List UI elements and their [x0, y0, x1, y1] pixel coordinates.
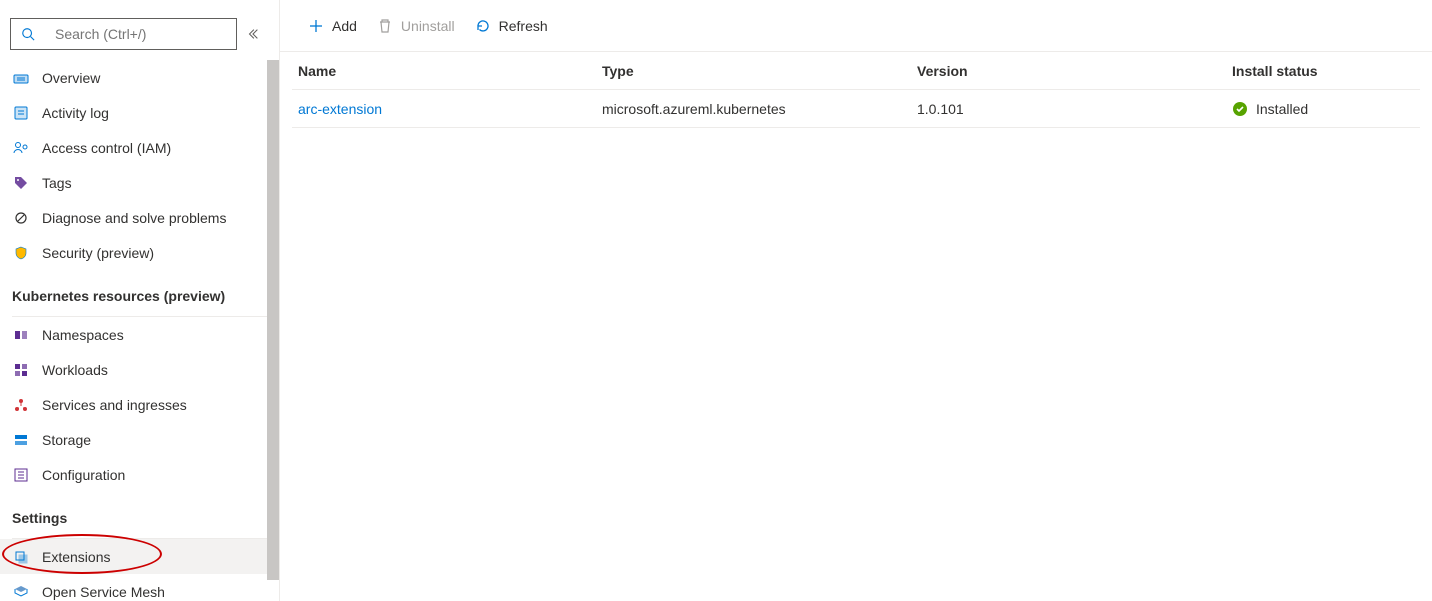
sidebar-item-overview[interactable]: Overview	[0, 60, 279, 95]
configuration-icon	[12, 466, 30, 484]
sidebar-item-label: Workloads	[42, 362, 108, 378]
th-name[interactable]: Name	[292, 63, 602, 79]
sidebar-item-storage[interactable]: Storage	[0, 422, 279, 457]
sidebar-item-label: Namespaces	[42, 327, 124, 343]
tags-icon	[12, 174, 30, 192]
table-row[interactable]: arc-extension microsoft.azureml.kubernet…	[292, 90, 1420, 128]
add-label: Add	[332, 18, 357, 34]
sidebar-item-access-control[interactable]: Access control (IAM)	[0, 130, 279, 165]
sidebar-item-activity-log[interactable]: Activity log	[0, 95, 279, 130]
refresh-button[interactable]: Refresh	[467, 10, 556, 42]
services-icon	[12, 396, 30, 414]
sidebar-item-label: Overview	[42, 70, 100, 86]
sidebar-item-extensions[interactable]: Extensions	[0, 539, 279, 574]
extensions-table: Name Type Version Install status arc-ext…	[280, 52, 1432, 128]
sidebar-item-label: Storage	[42, 432, 91, 448]
refresh-icon	[475, 18, 491, 34]
sidebar-item-label: Configuration	[42, 467, 125, 483]
sidebar-item-open-service-mesh[interactable]: Open Service Mesh	[0, 574, 279, 601]
check-circle-icon	[1232, 101, 1248, 117]
search-input[interactable]	[49, 25, 228, 43]
uninstall-label: Uninstall	[401, 18, 455, 34]
sidebar-item-label: Activity log	[42, 105, 109, 121]
security-icon	[12, 244, 30, 262]
section-header-settings: Settings	[0, 492, 279, 532]
sidebar-item-diagnose[interactable]: Diagnose and solve problems	[0, 200, 279, 235]
sidebar-item-security[interactable]: Security (preview)	[0, 235, 279, 270]
access-control-icon	[12, 139, 30, 157]
sidebar-item-label: Services and ingresses	[42, 397, 187, 413]
refresh-label: Refresh	[499, 18, 548, 34]
sidebar-item-label: Tags	[42, 175, 72, 191]
sidebar-item-tags[interactable]: Tags	[0, 165, 279, 200]
cell-version: 1.0.101	[917, 101, 1232, 117]
th-type[interactable]: Type	[602, 63, 917, 79]
th-version[interactable]: Version	[917, 63, 1232, 79]
sidebar-item-configuration[interactable]: Configuration	[0, 457, 279, 492]
search-icon	[19, 25, 37, 43]
th-status[interactable]: Install status	[1232, 63, 1420, 79]
add-button[interactable]: Add	[300, 10, 365, 42]
sidebar-item-label: Open Service Mesh	[42, 584, 165, 600]
cell-status: Installed	[1256, 101, 1308, 117]
diagnose-icon	[12, 209, 30, 227]
activity-log-icon	[12, 104, 30, 122]
sidebar-scrollbar[interactable]	[267, 60, 279, 601]
extension-name-link[interactable]: arc-extension	[298, 101, 382, 117]
sidebar-item-label: Extensions	[42, 549, 110, 565]
section-header-k8s: Kubernetes resources (preview)	[0, 270, 279, 310]
workloads-icon	[12, 361, 30, 379]
table-header-row: Name Type Version Install status	[292, 52, 1420, 90]
scrollbar-thumb[interactable]	[267, 60, 279, 580]
cell-type: microsoft.azureml.kubernetes	[602, 101, 917, 117]
open-service-mesh-icon	[12, 583, 30, 601]
overview-icon	[12, 69, 30, 87]
sidebar-item-workloads[interactable]: Workloads	[0, 352, 279, 387]
storage-icon	[12, 431, 30, 449]
uninstall-button: Uninstall	[369, 10, 463, 42]
sidebar-item-label: Security (preview)	[42, 245, 154, 261]
plus-icon	[308, 18, 324, 34]
sidebar-item-namespaces[interactable]: Namespaces	[0, 317, 279, 352]
trash-icon	[377, 18, 393, 34]
namespaces-icon	[12, 326, 30, 344]
sidebar-item-label: Diagnose and solve problems	[42, 210, 226, 226]
sidebar-item-label: Access control (IAM)	[42, 140, 171, 156]
extensions-icon	[12, 548, 30, 566]
toolbar: Add Uninstall Refresh	[280, 0, 1432, 52]
sidebar-item-services[interactable]: Services and ingresses	[0, 387, 279, 422]
main-panel: Add Uninstall Refresh Name Type Version …	[280, 0, 1432, 601]
collapse-sidebar-button[interactable]	[237, 27, 269, 41]
search-box[interactable]	[10, 18, 237, 50]
sidebar: Overview Activity log Access control (IAM)…	[0, 0, 280, 601]
